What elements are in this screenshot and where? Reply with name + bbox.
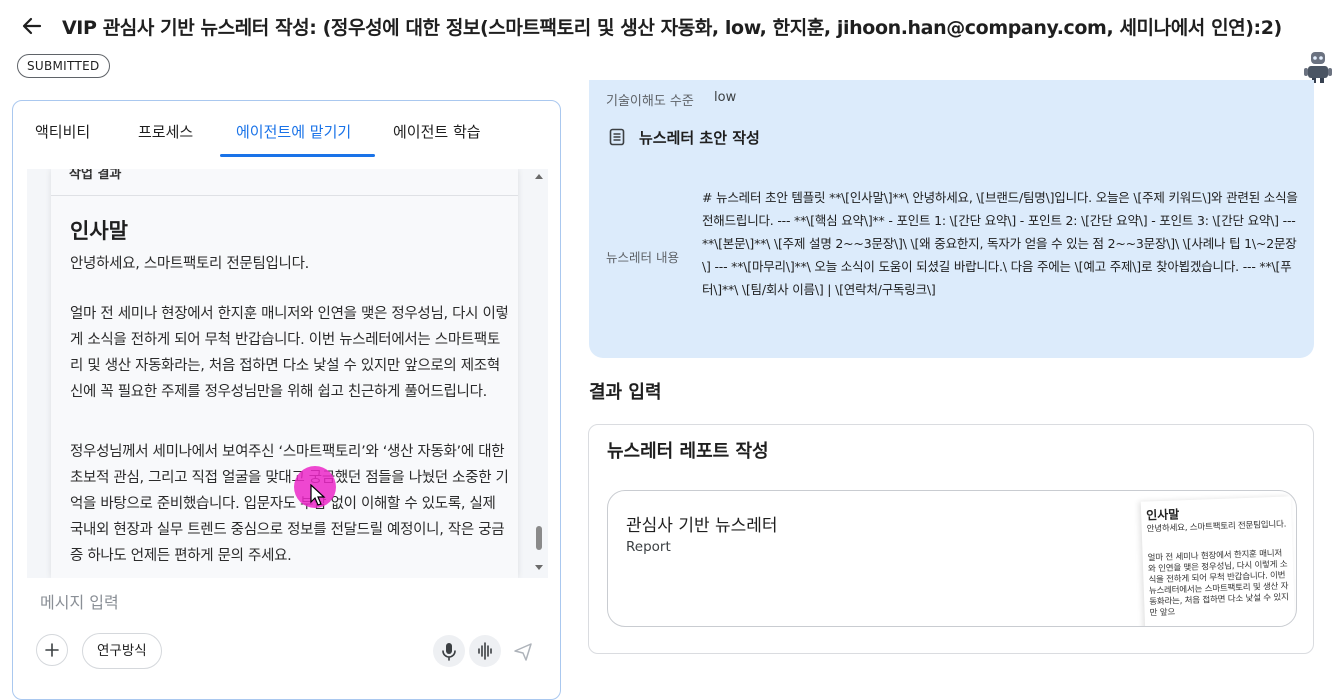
report-thumbnail: 인사말 안녕하세요, 스마트팩토리 전문팀입니다. 얼마 전 세미나 현장에서 … (1140, 496, 1296, 626)
message-input[interactable]: 메시지 입력 (40, 589, 119, 613)
audio-wave-icon (478, 642, 492, 660)
scroll-up-arrow-icon[interactable] (533, 171, 545, 181)
research-method-chip[interactable]: 연구방식 (82, 633, 162, 669)
tab-agent-learning[interactable]: 에이전트 학습 (393, 121, 481, 142)
skill-level-value: low (714, 90, 737, 105)
document-page: 작업 결과 인사말 안녕하세요, 스마트팩토리 전문팀입니다. 얼마 전 세미나… (51, 169, 518, 578)
doc-paragraph: 정우성님께서 세미나에서 보여주신 ‘스마트팩토리’와 ‘생산 자동화’에 대한… (70, 444, 509, 564)
report-document-title: 관심사 기반 뉴스레터 (626, 516, 778, 536)
doc-paragraph: 얼마 전 세미나 현장에서 한지훈 매니저와 인연을 맺은 정우성님, 다시 이… (70, 306, 509, 400)
tab-bar: 액티비티 프로세스 에이전트에 맡기기 에이전트 학습 (13, 101, 560, 159)
tab-delegate-to-agent[interactable]: 에이전트에 맡기기 (236, 121, 351, 142)
back-arrow-icon[interactable] (20, 14, 44, 38)
doc-heading: 인사말 (70, 219, 128, 243)
add-attachment-button[interactable] (36, 634, 68, 666)
plus-icon (45, 643, 59, 657)
microphone-icon (442, 643, 456, 661)
top-bar: VIP 관심사 기반 뉴스레터 작성: (정우성에 대한 정보(스마트팩토리 및… (0, 0, 1338, 86)
result-input-heading: 결과 입력 (589, 382, 662, 403)
send-button[interactable] (507, 635, 539, 667)
doc-paragraph: 안녕하세요, 스마트팩토리 전문팀입니다. (70, 256, 309, 272)
report-card: 뉴스레터 레포트 작성 관심사 기반 뉴스레터 Report 인사말 안녕하세요… (588, 424, 1314, 654)
newsletter-content-text: # 뉴스레터 초안 템플릿 **\[인사말\]**\ 안녕하세요, \[브랜드/… (702, 190, 1298, 297)
agent-panel: 액티비티 프로세스 에이전트에 맡기기 에이전트 학습 작업 결과 인사말 안녕… (12, 100, 561, 700)
robot-avatar-icon[interactable] (1302, 50, 1334, 84)
scrollbar-thumb[interactable] (536, 526, 542, 550)
vip-info-card: 기술이해도 수준 low 뉴스레터 초안 작성 뉴스레터 내용 # 뉴스레터 초… (589, 80, 1314, 358)
tab-activity[interactable]: 액티비티 (35, 121, 90, 142)
thumbnail-heading: 인사말 (1145, 507, 1180, 523)
newsletter-content-label: 뉴스레터 내용 (606, 250, 679, 265)
draft-section-title: 뉴스레터 초안 작성 (639, 129, 760, 147)
mouse-cursor-icon (310, 484, 326, 506)
voice-mode-button[interactable] (469, 635, 501, 667)
scroll-down-arrow-icon[interactable] (533, 563, 545, 573)
doc-section-heading: 작업 결과 (69, 169, 122, 182)
report-document-chip[interactable]: 관심사 기반 뉴스레터 Report 인사말 안녕하세요, 스마트팩토리 전문팀… (607, 490, 1297, 627)
skill-level-label: 기술이해도 수준 (606, 94, 694, 109)
page-title: VIP 관심사 기반 뉴스레터 작성: (정우성에 대한 정보(스마트팩토리 및… (62, 17, 1282, 39)
doc-divider (51, 195, 518, 196)
tab-process[interactable]: 프로세스 (138, 121, 193, 142)
document-viewer[interactable]: 작업 결과 인사말 안녕하세요, 스마트팩토리 전문팀입니다. 얼마 전 세미나… (27, 169, 548, 578)
report-document-type: Report (626, 539, 671, 555)
status-badge: SUBMITTED (17, 54, 110, 78)
active-tab-indicator (220, 154, 375, 157)
report-card-heading: 뉴스레터 레포트 작성 (607, 441, 769, 462)
voice-input-button[interactable] (433, 635, 465, 667)
document-icon (609, 128, 625, 146)
send-icon (514, 643, 532, 661)
thumbnail-text: 얼마 전 세미나 현장에서 한지훈 매니저와 인연을 맺은 정우성님, 다시 이… (1147, 548, 1289, 619)
